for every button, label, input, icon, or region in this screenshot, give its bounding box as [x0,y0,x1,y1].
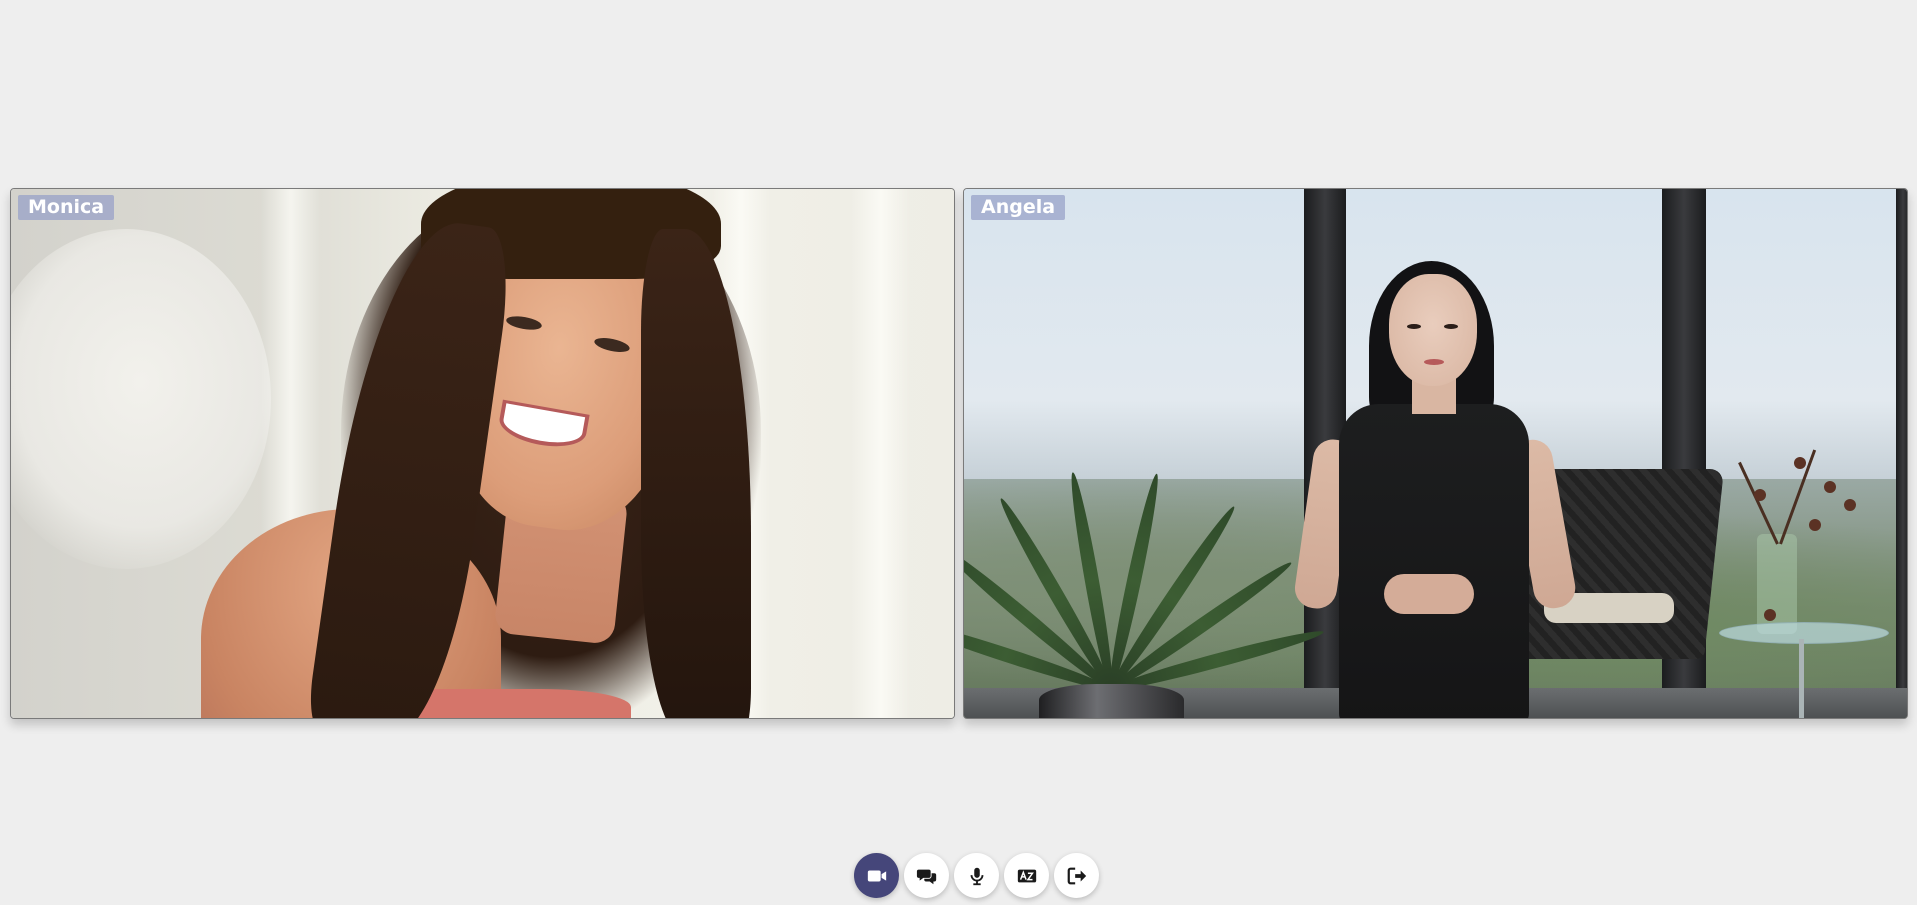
leave-icon [1067,867,1086,884]
background-lamp [11,229,271,569]
video-tile-angela[interactable]: Angela [963,188,1908,719]
call-controls [854,853,1099,898]
plant-pot [1039,684,1184,718]
video-feed-monica [11,189,954,718]
captions-icon [1017,869,1036,882]
camera-toggle-button[interactable] [854,853,899,898]
chat-button[interactable] [904,853,949,898]
chat-icon [916,869,936,884]
captions-button[interactable] [1004,853,1049,898]
video-call-stage: Monica Angela [0,0,1917,905]
microphone-icon [970,867,983,885]
leave-call-button[interactable] [1054,853,1099,898]
participant-name-tag: Angela [971,195,1066,220]
glass-side-table [1719,622,1889,644]
video-tile-monica[interactable]: Monica [10,188,955,719]
participant-name-tag: Monica [18,195,115,220]
microphone-button[interactable] [954,853,999,898]
video-camera-icon [867,870,886,881]
video-feed-angela [964,189,1907,718]
